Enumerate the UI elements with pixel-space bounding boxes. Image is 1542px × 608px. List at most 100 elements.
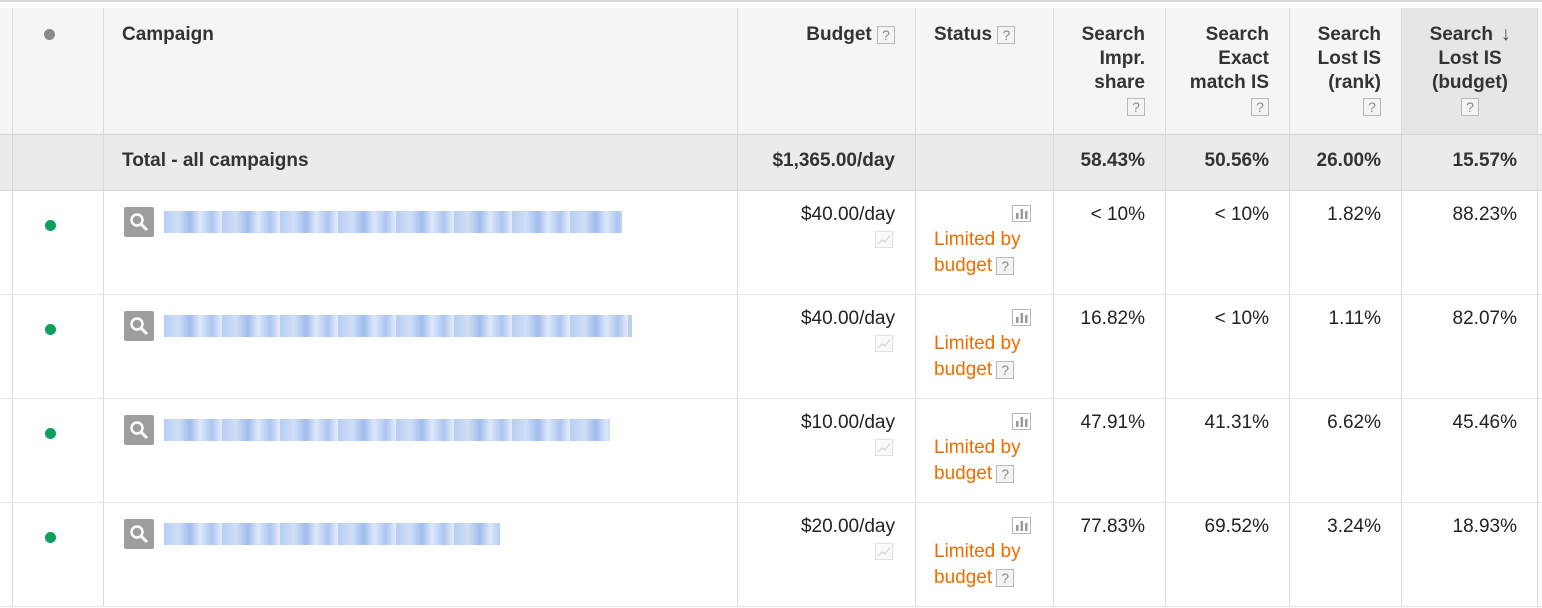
row-lost-rank: 6.62% — [1327, 412, 1381, 433]
row-lost-budget-cell: 82.07% — [1401, 295, 1537, 398]
row-impr-share-cell: < 10% — [1053, 191, 1165, 294]
header-text-line: share — [1094, 72, 1145, 93]
row-budget-cell: $10.00/day — [737, 399, 915, 502]
status-text-line: budget? — [934, 565, 1021, 591]
header-exact-match[interactable]: Search Exact match IS ? — [1165, 8, 1289, 134]
row-exact-match-cell: 69.52% — [1165, 503, 1289, 606]
table-header-row: Campaign Budget ? Status ? Search Impr. … — [0, 8, 1542, 135]
status-text-word: budget — [934, 359, 993, 380]
row-edge-cell — [1537, 503, 1542, 606]
row-budget[interactable]: $40.00/day — [801, 204, 895, 226]
row-budget[interactable]: $20.00/day — [801, 516, 895, 538]
total-budget-cell: $1,365.00/day — [737, 135, 915, 190]
campaign-name-link[interactable] — [164, 211, 622, 233]
trend-chart-icon[interactable] — [875, 335, 893, 352]
bar-chart-icon[interactable] — [1012, 309, 1031, 326]
trend-chart-icon[interactable] — [875, 543, 893, 560]
table-row: $40.00/day Limited by budget? 16.82% < 1… — [0, 295, 1542, 399]
status-text-word: budget — [934, 567, 993, 588]
row-impr-share-cell: 47.91% — [1053, 399, 1165, 502]
help-icon[interactable]: ? — [996, 464, 1015, 483]
header-impr-share[interactable]: Search Impr. share ? — [1053, 8, 1165, 134]
row-lost-rank: 3.24% — [1327, 516, 1381, 537]
help-icon[interactable]: ? — [996, 360, 1015, 379]
row-status-cell[interactable] — [12, 295, 103, 398]
help-icon[interactable]: ? — [877, 25, 895, 44]
campaign-name-link[interactable] — [164, 523, 500, 545]
campaign-name-link[interactable] — [164, 419, 610, 441]
header-campaign[interactable]: Campaign — [103, 8, 737, 134]
row-lost-rank-cell: 1.82% — [1289, 191, 1401, 294]
header-text-line: Search — [1205, 24, 1269, 45]
row-status-cell[interactable] — [12, 191, 103, 294]
row-budget-cell: $40.00/day — [737, 295, 915, 398]
row-status-cell[interactable] — [12, 503, 103, 606]
total-impr-share-cell: 58.43% — [1053, 135, 1165, 190]
campaign-name-link[interactable] — [164, 315, 632, 337]
row-budget[interactable]: $10.00/day — [801, 412, 895, 434]
help-icon[interactable]: ? — [996, 568, 1015, 587]
row-exact-match: 69.52% — [1204, 516, 1269, 537]
header-text-line: (budget) — [1432, 72, 1508, 93]
row-status-cell[interactable] — [12, 399, 103, 502]
status-text-line: budget? — [934, 461, 1021, 487]
row-status-text-cell: Limited by budget? — [915, 295, 1053, 398]
row-lost-rank-cell: 1.11% — [1289, 295, 1401, 398]
status-text-line: Limited by — [934, 437, 1021, 458]
header-text-line-word: Search — [1429, 24, 1493, 45]
total-lost-rank-cell: 26.00% — [1289, 135, 1401, 190]
green-dot-icon[interactable] — [45, 220, 56, 231]
row-impr-share: 77.83% — [1080, 516, 1145, 537]
header-lost-budget[interactable]: Search ↓ Lost IS (budget) ? — [1401, 8, 1537, 134]
sort-arrow-icon[interactable]: ↓ — [1501, 24, 1511, 45]
total-edge-cell — [1537, 135, 1542, 190]
header-lost-budget-label: Search ↓ Lost IS (budget) ? — [1420, 23, 1520, 116]
status-limited: Limited by budget? — [934, 227, 1021, 279]
row-edge-cell — [1537, 191, 1542, 294]
row-impr-share: 16.82% — [1080, 308, 1145, 329]
header-text-line: Lost IS — [1317, 48, 1381, 69]
row-status-text-cell: Limited by budget? — [915, 503, 1053, 606]
gray-dot-icon — [44, 29, 55, 40]
header-status[interactable]: Status ? — [915, 8, 1053, 134]
row-campaign-cell — [103, 399, 737, 502]
header-budget[interactable]: Budget ? — [737, 8, 915, 134]
help-icon[interactable]: ? — [1363, 98, 1381, 116]
trend-chart-icon[interactable] — [875, 231, 893, 248]
search-icon — [124, 311, 154, 341]
row-impr-share: < 10% — [1090, 204, 1145, 225]
green-dot-icon[interactable] — [45, 428, 56, 439]
header-budget-label: Budget ? — [806, 23, 895, 47]
help-icon[interactable]: ? — [1461, 98, 1479, 116]
row-impr-share-cell: 16.82% — [1053, 295, 1165, 398]
row-exact-match: 41.31% — [1204, 412, 1269, 433]
header-exact-match-label: Search Exact match IS ? — [1190, 23, 1269, 116]
header-text-line: Search ↓ — [1420, 23, 1520, 47]
row-exact-match-cell: 41.31% — [1165, 399, 1289, 502]
row-lost-budget: 82.07% — [1452, 308, 1517, 329]
help-icon[interactable]: ? — [996, 256, 1015, 275]
row-exact-match: < 10% — [1214, 308, 1269, 329]
header-text-line: Impr. — [1099, 48, 1145, 69]
bar-chart-icon[interactable] — [1012, 205, 1031, 222]
status-limited: Limited by budget? — [934, 331, 1021, 383]
row-budget[interactable]: $40.00/day — [801, 308, 895, 330]
header-text-line: Search — [1317, 24, 1381, 45]
header-text-line: match IS — [1189, 72, 1269, 93]
green-dot-icon[interactable] — [45, 324, 56, 335]
total-campaign-cell: Total - all campaigns — [103, 135, 737, 190]
green-dot-icon[interactable] — [45, 532, 56, 543]
total-label: Total - all campaigns — [122, 150, 309, 171]
header-status-dot-cell[interactable] — [12, 8, 103, 134]
bar-chart-icon[interactable] — [1012, 517, 1031, 534]
help-icon[interactable]: ? — [1127, 98, 1145, 116]
header-impr-share-label: Search Impr. share ? — [1082, 23, 1145, 116]
row-campaign-cell — [103, 295, 737, 398]
help-icon[interactable]: ? — [997, 25, 1016, 44]
trend-chart-icon[interactable] — [875, 439, 893, 456]
help-icon[interactable]: ? — [1251, 98, 1269, 116]
row-budget-cell: $40.00/day — [737, 191, 915, 294]
status-text-line: budget? — [934, 357, 1021, 383]
header-lost-rank[interactable]: Search Lost IS (rank) ? — [1289, 8, 1401, 134]
bar-chart-icon[interactable] — [1012, 413, 1031, 430]
